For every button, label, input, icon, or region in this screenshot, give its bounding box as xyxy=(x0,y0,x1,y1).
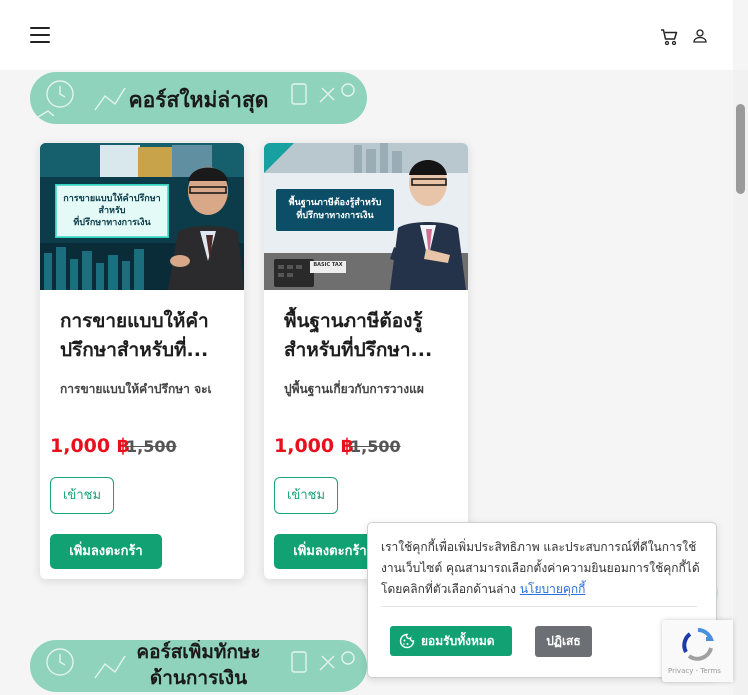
thumbnail-badge: BASIC TAX xyxy=(313,262,343,268)
cookie-policy-link[interactable]: นโยบายคุกกี้ xyxy=(520,582,586,596)
divider xyxy=(381,606,697,607)
accept-all-cookies-button[interactable]: ยอมรับทั้งหมด xyxy=(390,626,512,656)
cookie-message: เราใช้คุกกี้เพื่อเพิ่มประสิทธิภาพ และประ… xyxy=(381,537,705,600)
top-header xyxy=(0,0,733,70)
section-banner-finance-skills: คอร์สเพิ่มทักษะ ด้านการเงิน xyxy=(30,640,367,692)
section-title: ด้านการเงิน xyxy=(149,668,248,689)
scrollbar-thumb[interactable] xyxy=(736,104,745,194)
course-price: 1,000 ฿ xyxy=(50,435,130,457)
recaptcha-badge[interactable]: Privacy - Terms xyxy=(662,620,733,682)
course-title[interactable]: การขายแบบให้คำปรึกษาสำหรับที่... xyxy=(60,307,232,365)
user-icon[interactable] xyxy=(692,28,708,44)
section-banner-latest: คอร์สใหม่ล่าสุด xyxy=(30,72,367,124)
thumbnail-text: การขายแบบให้คำปรึกษา xyxy=(63,194,161,204)
thumbnail-text: พื้นฐานภาษีต้องรู้สำหรับ xyxy=(288,198,382,208)
recaptcha-links[interactable]: Privacy - Terms xyxy=(668,667,721,675)
course-card[interactable]: การขายแบบให้คำปรึกษา สำหรับ ที่ปรึกษาทาง… xyxy=(40,143,244,579)
course-original-price: 1,500 xyxy=(350,437,401,456)
section-title: คอร์สใหม่ล่าสุด xyxy=(128,89,269,112)
cookie-icon xyxy=(399,633,415,649)
thumbnail-text: สำหรับ xyxy=(98,206,126,216)
course-original-price: 1,500 xyxy=(126,437,177,456)
view-course-button[interactable]: เข้าชม xyxy=(50,477,114,514)
course-card[interactable]: พื้นฐานภาษีต้องรู้สำหรับ ที่ปรึกษาทางการ… xyxy=(264,143,468,579)
reject-cookies-button[interactable]: ปฏิเสธ xyxy=(535,626,592,657)
course-title[interactable]: พื้นฐานภาษีต้องรู้สำหรับที่ปรึกษา... xyxy=(284,307,456,365)
thumbnail-text: ที่ปรึกษาทางการเงิน xyxy=(296,211,374,221)
section-title: คอร์สเพิ่มทักษะ xyxy=(136,642,261,663)
course-description: การขายแบบให้คำปรึกษา จะเ xyxy=(60,382,212,396)
add-to-cart-button[interactable]: เพิ่มลงตะกร้า xyxy=(50,534,162,569)
recaptcha-icon xyxy=(682,628,714,661)
course-price: 1,000 ฿ xyxy=(274,435,354,457)
hamburger-menu-icon[interactable] xyxy=(30,27,50,43)
shopping-cart-icon[interactable] xyxy=(660,28,678,46)
thumbnail-text: ที่ปรึกษาทางการเงิน xyxy=(73,218,151,228)
accept-label: ยอมรับทั้งหมด xyxy=(421,634,495,648)
course-description: ปูพื้นฐานเกี่ยวกับการวางแผ xyxy=(284,382,424,396)
view-course-button[interactable]: เข้าชม xyxy=(274,477,338,514)
